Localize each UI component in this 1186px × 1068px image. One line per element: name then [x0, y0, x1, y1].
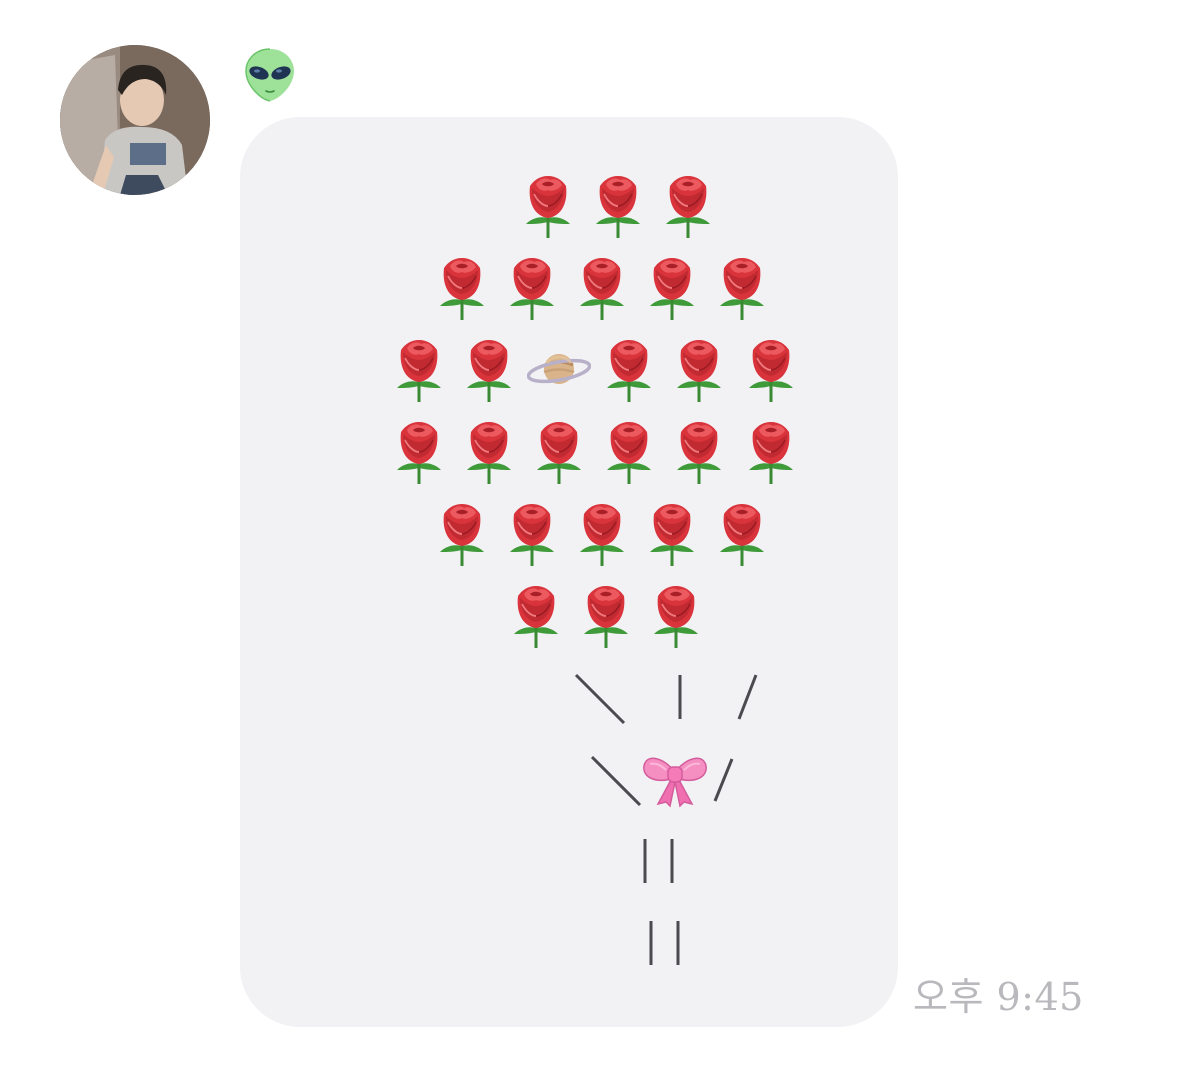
avatar[interactable] [60, 45, 210, 195]
message-timestamp: 오후 9:45 [913, 975, 1084, 1019]
message-bubble[interactable] [240, 117, 898, 1027]
alien-icon [240, 45, 300, 105]
avatar-photo [60, 45, 210, 195]
emoji-art [240, 117, 898, 1027]
bouquet-stem-lines [574, 673, 758, 965]
ribbon-bow-icon [640, 748, 710, 808]
alien-icon-graphic [245, 48, 294, 102]
